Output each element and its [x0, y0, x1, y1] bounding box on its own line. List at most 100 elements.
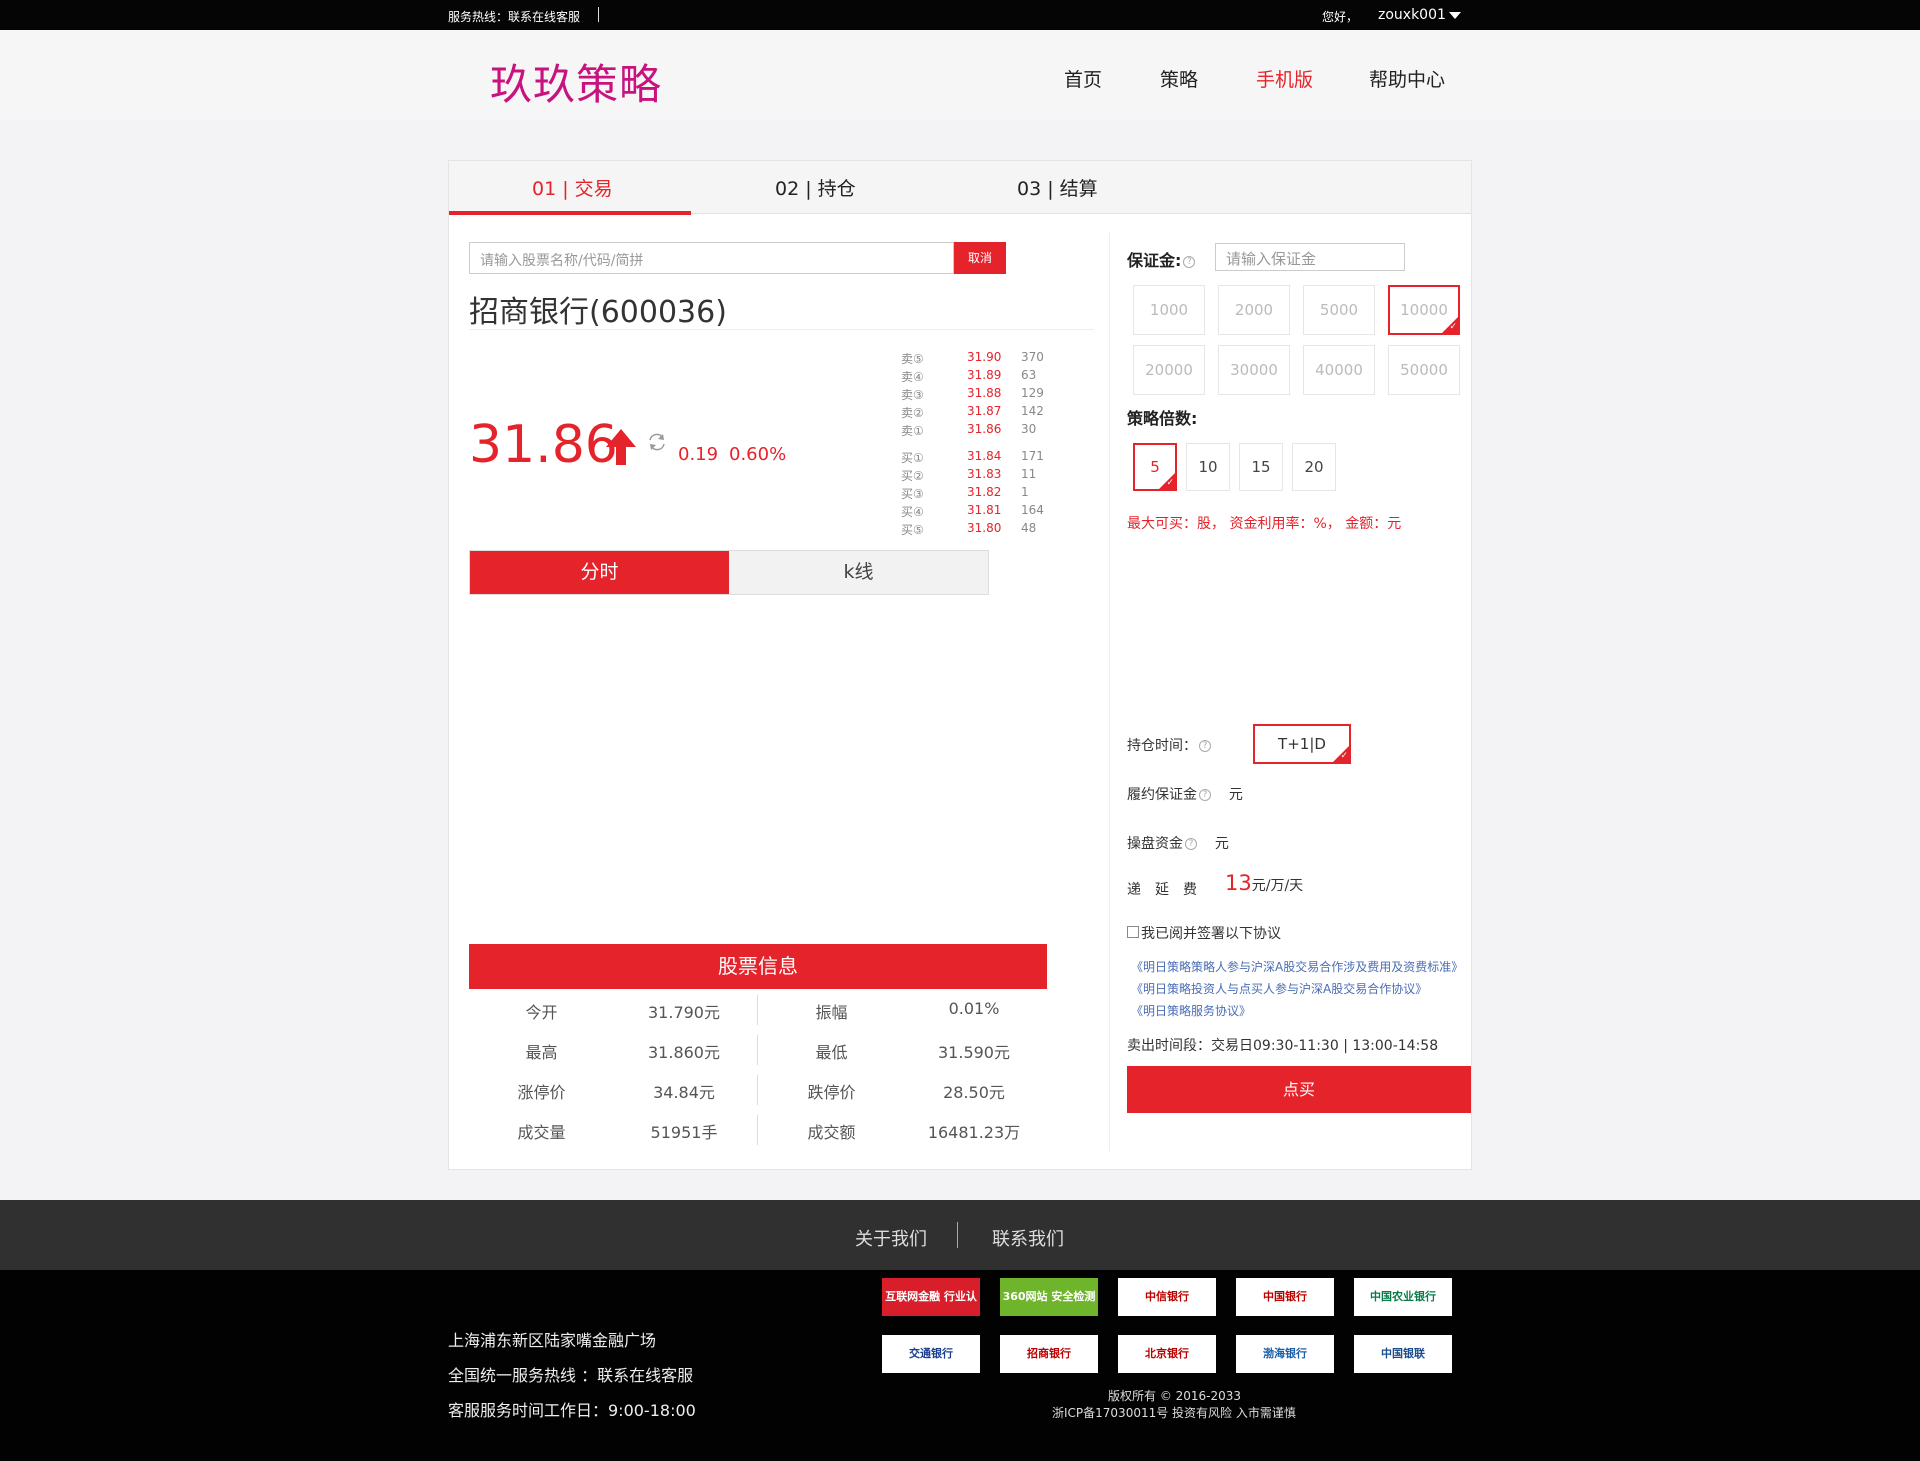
margin-option[interactable]: 1000: [1133, 285, 1205, 335]
badge-internet-finance[interactable]: 互联网金融 行业认证: [882, 1278, 980, 1316]
order-book-row: 买③ 31.82 1: [901, 485, 1061, 501]
footer-hotline: 全国统一服务热线 ：联系在线客服: [448, 1366, 694, 1385]
check-icon: ✓: [1166, 478, 1174, 488]
badge-bank-of-china[interactable]: 中国银行: [1236, 1278, 1334, 1316]
level-label: 卖④: [901, 370, 924, 384]
divider: [757, 995, 758, 1025]
table-row: 最高 31.860元 最低 31.590元: [469, 1029, 1047, 1069]
badge-abc[interactable]: 中国农业银行: [1354, 1278, 1452, 1316]
margin-input[interactable]: 请输入保证金: [1215, 243, 1405, 271]
stock-info-table: 今开 31.790元 振幅 0.01% 最高 31.860元 最低 31.590元 涨停价 3…: [469, 989, 1047, 1149]
tab-settlement[interactable]: 03 | 结算: [1017, 174, 1098, 201]
header: 玖玖策略 首页 策略 手机版 帮助中心: [0, 30, 1920, 120]
trading-fund-label: 操盘资金: [1127, 836, 1183, 852]
level-volume: 30: [1021, 422, 1037, 436]
order-book-row: 买① 31.84 171: [901, 449, 1061, 465]
info-value: 34.84元: [653, 1083, 715, 1102]
step-label: 交易: [574, 178, 613, 200]
info-label: 涨停价: [517, 1083, 566, 1102]
agreement-link[interactable]: 《明日策略服务协议》: [1131, 1002, 1251, 1019]
footer-link-about[interactable]: 关于我们: [855, 1225, 927, 1251]
order-book-row: 卖② 31.87 142: [901, 404, 1061, 420]
level-volume: 171: [1021, 449, 1044, 463]
help-icon[interactable]: ?: [1185, 838, 1197, 850]
nav-mobile[interactable]: 手机版: [1256, 65, 1313, 92]
footer: 上海浦东新区陆家嘴金融广场 全国统一服务热线 ：联系在线客服 客服服务时间工作日…: [0, 1270, 1920, 1461]
logo[interactable]: 玖玖策略: [490, 51, 662, 112]
divider: [469, 329, 1094, 330]
divider: [757, 1115, 758, 1145]
margin-option[interactable]: 20000: [1133, 345, 1205, 395]
agreement-link[interactable]: 《明日策略投资人与点买人参与沪深A股交易合作协议》: [1131, 980, 1427, 997]
stock-search-input[interactable]: 请输入股票名称/代码/简拼: [469, 242, 954, 274]
badge-cmb[interactable]: 招商银行: [1000, 1335, 1098, 1373]
icp-notice: 浙ICP备17030011号 投资有风险 入市需谨慎: [1052, 1406, 1296, 1420]
level-label: 卖②: [901, 406, 924, 420]
stock-section: 请输入股票名称/代码/简拼 取消 招商银行(600036) 31.86 0.19…: [449, 215, 1109, 1171]
buy-button[interactable]: 点买: [1127, 1066, 1471, 1113]
badge-bohai-bank[interactable]: 渤海银行: [1236, 1335, 1334, 1373]
info-label: 振幅: [815, 1003, 848, 1022]
level-label: 买④: [901, 505, 924, 519]
price-change-percent: 0.60%: [729, 444, 787, 465]
margin-option[interactable]: 5000: [1303, 285, 1375, 335]
margin-option-selected[interactable]: 10000 ✓: [1388, 285, 1460, 335]
step-number: 01: [532, 178, 557, 200]
option-label: 10000: [1400, 301, 1448, 319]
username-menu[interactable]: zouxk001: [1378, 7, 1446, 23]
level-volume: 129: [1021, 386, 1044, 400]
greeting: 您好，: [1322, 10, 1359, 24]
hold-time-option[interactable]: T+1|D ✓: [1253, 724, 1351, 764]
stock-name: 招商银行(600036): [469, 295, 727, 330]
agreement-checkbox[interactable]: [1127, 926, 1139, 938]
tab-kline[interactable]: k线: [729, 551, 988, 594]
level-price: 31.82: [967, 485, 1002, 499]
cancel-button[interactable]: 取消: [954, 242, 1006, 274]
max-buy-info: 最大可买：股， 资金利用率：%， 金额：元: [1127, 516, 1402, 532]
multiple-option[interactable]: 10: [1186, 443, 1230, 491]
multiple-option-selected[interactable]: 5 ✓: [1133, 443, 1177, 491]
multiple-option[interactable]: 20: [1292, 443, 1336, 491]
nav-home[interactable]: 首页: [1064, 65, 1102, 92]
order-book-row: 卖① 31.86 30: [901, 422, 1061, 438]
multiple-label: 策略倍数:: [1127, 409, 1198, 428]
level-volume: 63: [1021, 368, 1037, 382]
tab-position[interactable]: 02 | 持仓: [775, 174, 856, 201]
badge-bank-of-beijing[interactable]: 北京银行: [1118, 1335, 1216, 1373]
info-label: 跌停价: [807, 1083, 856, 1102]
refresh-icon[interactable]: [647, 432, 667, 452]
deferral-fee-label: 递 延 费: [1127, 882, 1197, 898]
level-volume: 142: [1021, 404, 1044, 418]
margin-option[interactable]: 2000: [1218, 285, 1290, 335]
badge-360-security[interactable]: 360网站 安全检测: [1000, 1278, 1098, 1316]
level-price: 31.88: [967, 386, 1002, 400]
chevron-down-icon[interactable]: [1449, 12, 1461, 19]
unit: 元: [1214, 836, 1229, 852]
badge-bocom[interactable]: 交通银行: [882, 1335, 980, 1373]
agreement-link[interactable]: 《明日策略策略人参与沪深A股交易合作涉及费用及资费标准》: [1131, 958, 1463, 975]
margin-option[interactable]: 50000: [1388, 345, 1460, 395]
deferral-fee-value: 13元/万/天: [1225, 871, 1303, 895]
nav-strategy[interactable]: 策略: [1160, 65, 1198, 92]
multiple-option[interactable]: 15: [1239, 443, 1283, 491]
copyright: 版权所有 © 2016-2033: [1108, 1389, 1242, 1403]
badge-citic-bank[interactable]: 中信银行: [1118, 1278, 1216, 1316]
badge-unionpay[interactable]: 中国银联: [1354, 1335, 1452, 1373]
footer-link-contact[interactable]: 联系我们: [992, 1225, 1064, 1251]
current-price: 31.86: [469, 415, 618, 475]
level-price: 31.87: [967, 404, 1002, 418]
info-label: 今开: [525, 1003, 558, 1022]
margin-option[interactable]: 40000: [1303, 345, 1375, 395]
nav-help-center[interactable]: 帮助中心: [1369, 65, 1445, 92]
tab-trade[interactable]: 01 | 交易: [532, 174, 613, 201]
help-icon[interactable]: ?: [1199, 789, 1211, 801]
order-book-row: 买② 31.83 11: [901, 467, 1061, 483]
help-icon[interactable]: ?: [1199, 740, 1211, 752]
order-book-row: 买④ 31.81 164: [901, 503, 1061, 519]
margin-option[interactable]: 30000: [1218, 345, 1290, 395]
order-book-row: 卖③ 31.88 129: [901, 386, 1061, 402]
tab-intraday[interactable]: 分时: [470, 551, 729, 594]
help-icon[interactable]: ?: [1183, 255, 1196, 268]
top-bar: 服务热线：联系在线客服 您好， zouxk001: [0, 0, 1920, 30]
option-label: T+1|D: [1278, 735, 1326, 753]
